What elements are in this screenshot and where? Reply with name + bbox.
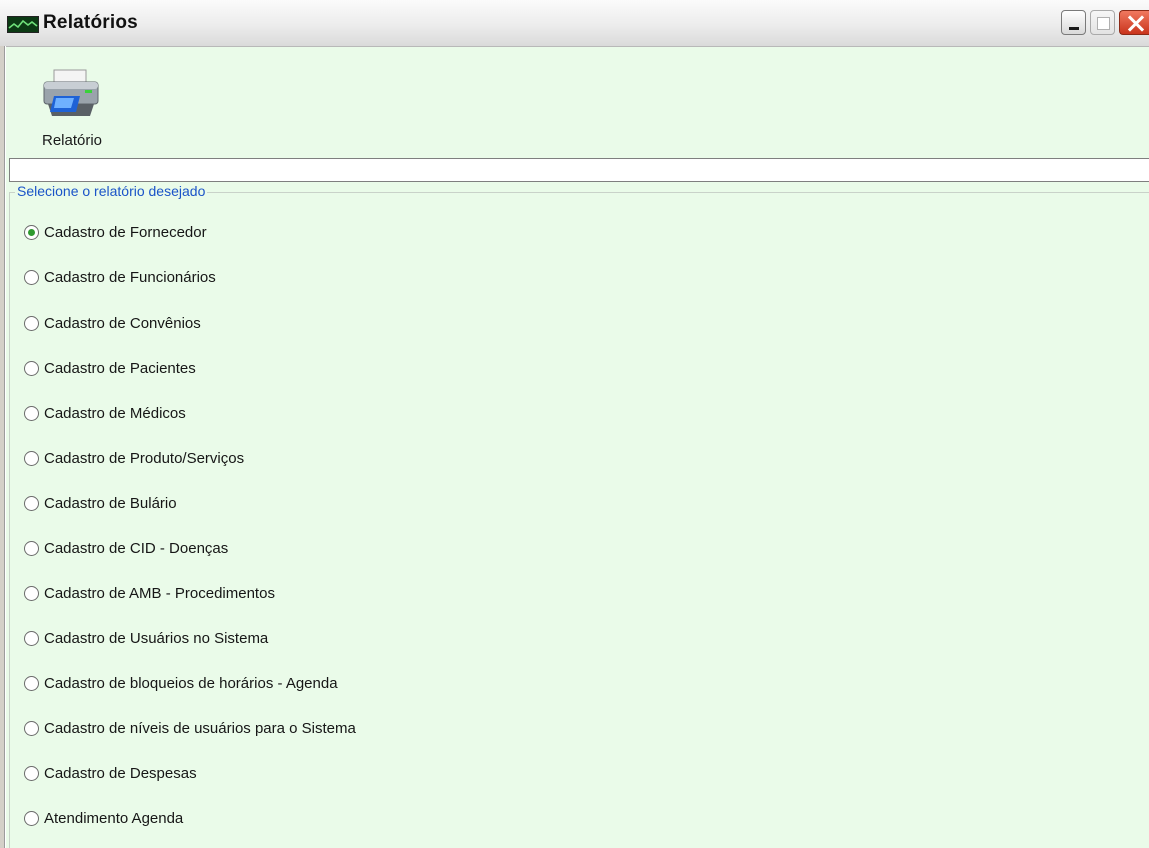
report-option-label: Cadastro de Bulário	[44, 494, 177, 512]
window-frame-highlight	[5, 46, 6, 848]
radio-unchecked-icon	[24, 405, 39, 421]
report-option-label: Cadastro de níveis de usuários para o Si…	[44, 719, 356, 737]
radio-unchecked-icon	[24, 810, 39, 826]
report-option-label: Cadastro de Despesas	[44, 764, 197, 782]
radio-unchecked-icon	[24, 315, 39, 331]
printer-icon	[40, 66, 102, 125]
report-option-label: Cadastro de Médicos	[44, 404, 186, 422]
report-option-amb-procedimentos[interactable]: Cadastro de AMB - Procedimentos	[24, 582, 275, 604]
report-option-label: Cadastro de Funcionários	[44, 268, 216, 286]
report-option-bloqueios-horarios[interactable]: Cadastro de bloqueios de horários - Agen…	[24, 672, 338, 694]
report-selection-group	[9, 192, 1149, 848]
report-option-convenios[interactable]: Cadastro de Convênios	[24, 312, 201, 334]
radio-unchecked-icon	[24, 495, 39, 511]
report-option-label: Cadastro de bloqueios de horários - Agen…	[44, 674, 338, 692]
report-option-label: Cadastro de Usuários no Sistema	[44, 629, 269, 647]
report-status-field[interactable]	[9, 158, 1149, 182]
radio-unchecked-icon	[24, 540, 39, 556]
report-option-bulario[interactable]: Cadastro de Bulário	[24, 492, 177, 514]
report-option-label: Cadastro de Produto/Serviços	[44, 449, 245, 467]
radio-checked-icon	[24, 224, 39, 240]
relatorios-window: Relatórios Relatório Selecione o relatór…	[0, 0, 1149, 848]
radio-unchecked-icon	[24, 765, 39, 781]
report-option-funcionarios[interactable]: Cadastro de Funcionários	[24, 266, 216, 288]
report-option-fornecedor[interactable]: Cadastro de Fornecedor	[24, 221, 207, 243]
radio-unchecked-icon	[24, 269, 39, 285]
radio-unchecked-icon	[24, 585, 39, 601]
radio-unchecked-icon	[24, 450, 39, 466]
report-option-label: Cadastro de AMB - Procedimentos	[44, 584, 275, 602]
radio-unchecked-icon	[24, 630, 39, 646]
report-option-produto-servicos[interactable]: Cadastro de Produto/Serviços	[24, 447, 244, 469]
report-button[interactable]: Relatório	[20, 58, 124, 158]
report-button-label: Relatório	[41, 132, 103, 149]
report-option-label: Cadastro de CID - Doenças	[44, 539, 229, 557]
report-option-cid-doencas[interactable]: Cadastro de CID - Doenças	[24, 537, 228, 559]
minimize-button[interactable]	[1061, 10, 1086, 35]
app-icon	[7, 16, 39, 33]
report-group-legend: Selecione o relatório desejado	[15, 183, 208, 199]
report-option-label: Cadastro de Convênios	[44, 314, 201, 332]
report-option-atendimento-agenda[interactable]: Atendimento Agenda	[24, 807, 183, 829]
title-bar[interactable]: Relatórios	[0, 0, 1149, 47]
window-title: Relatórios	[43, 12, 138, 33]
report-option-label: Cadastro de Pacientes	[44, 359, 196, 377]
report-option-pacientes[interactable]: Cadastro de Pacientes	[24, 357, 196, 379]
radio-unchecked-icon	[24, 675, 39, 691]
report-option-label: Cadastro de Fornecedor	[44, 223, 207, 241]
maximize-button[interactable]	[1090, 10, 1115, 35]
report-option-niveis-usuarios[interactable]: Cadastro de níveis de usuários para o Si…	[24, 717, 356, 739]
radio-unchecked-icon	[24, 720, 39, 736]
close-button[interactable]	[1119, 10, 1149, 35]
report-option-medicos[interactable]: Cadastro de Médicos	[24, 402, 186, 424]
report-option-despesas[interactable]: Cadastro de Despesas	[24, 762, 197, 784]
report-option-usuarios-sistema[interactable]: Cadastro de Usuários no Sistema	[24, 627, 268, 649]
radio-unchecked-icon	[24, 360, 39, 376]
report-option-label: Atendimento Agenda	[44, 809, 184, 827]
